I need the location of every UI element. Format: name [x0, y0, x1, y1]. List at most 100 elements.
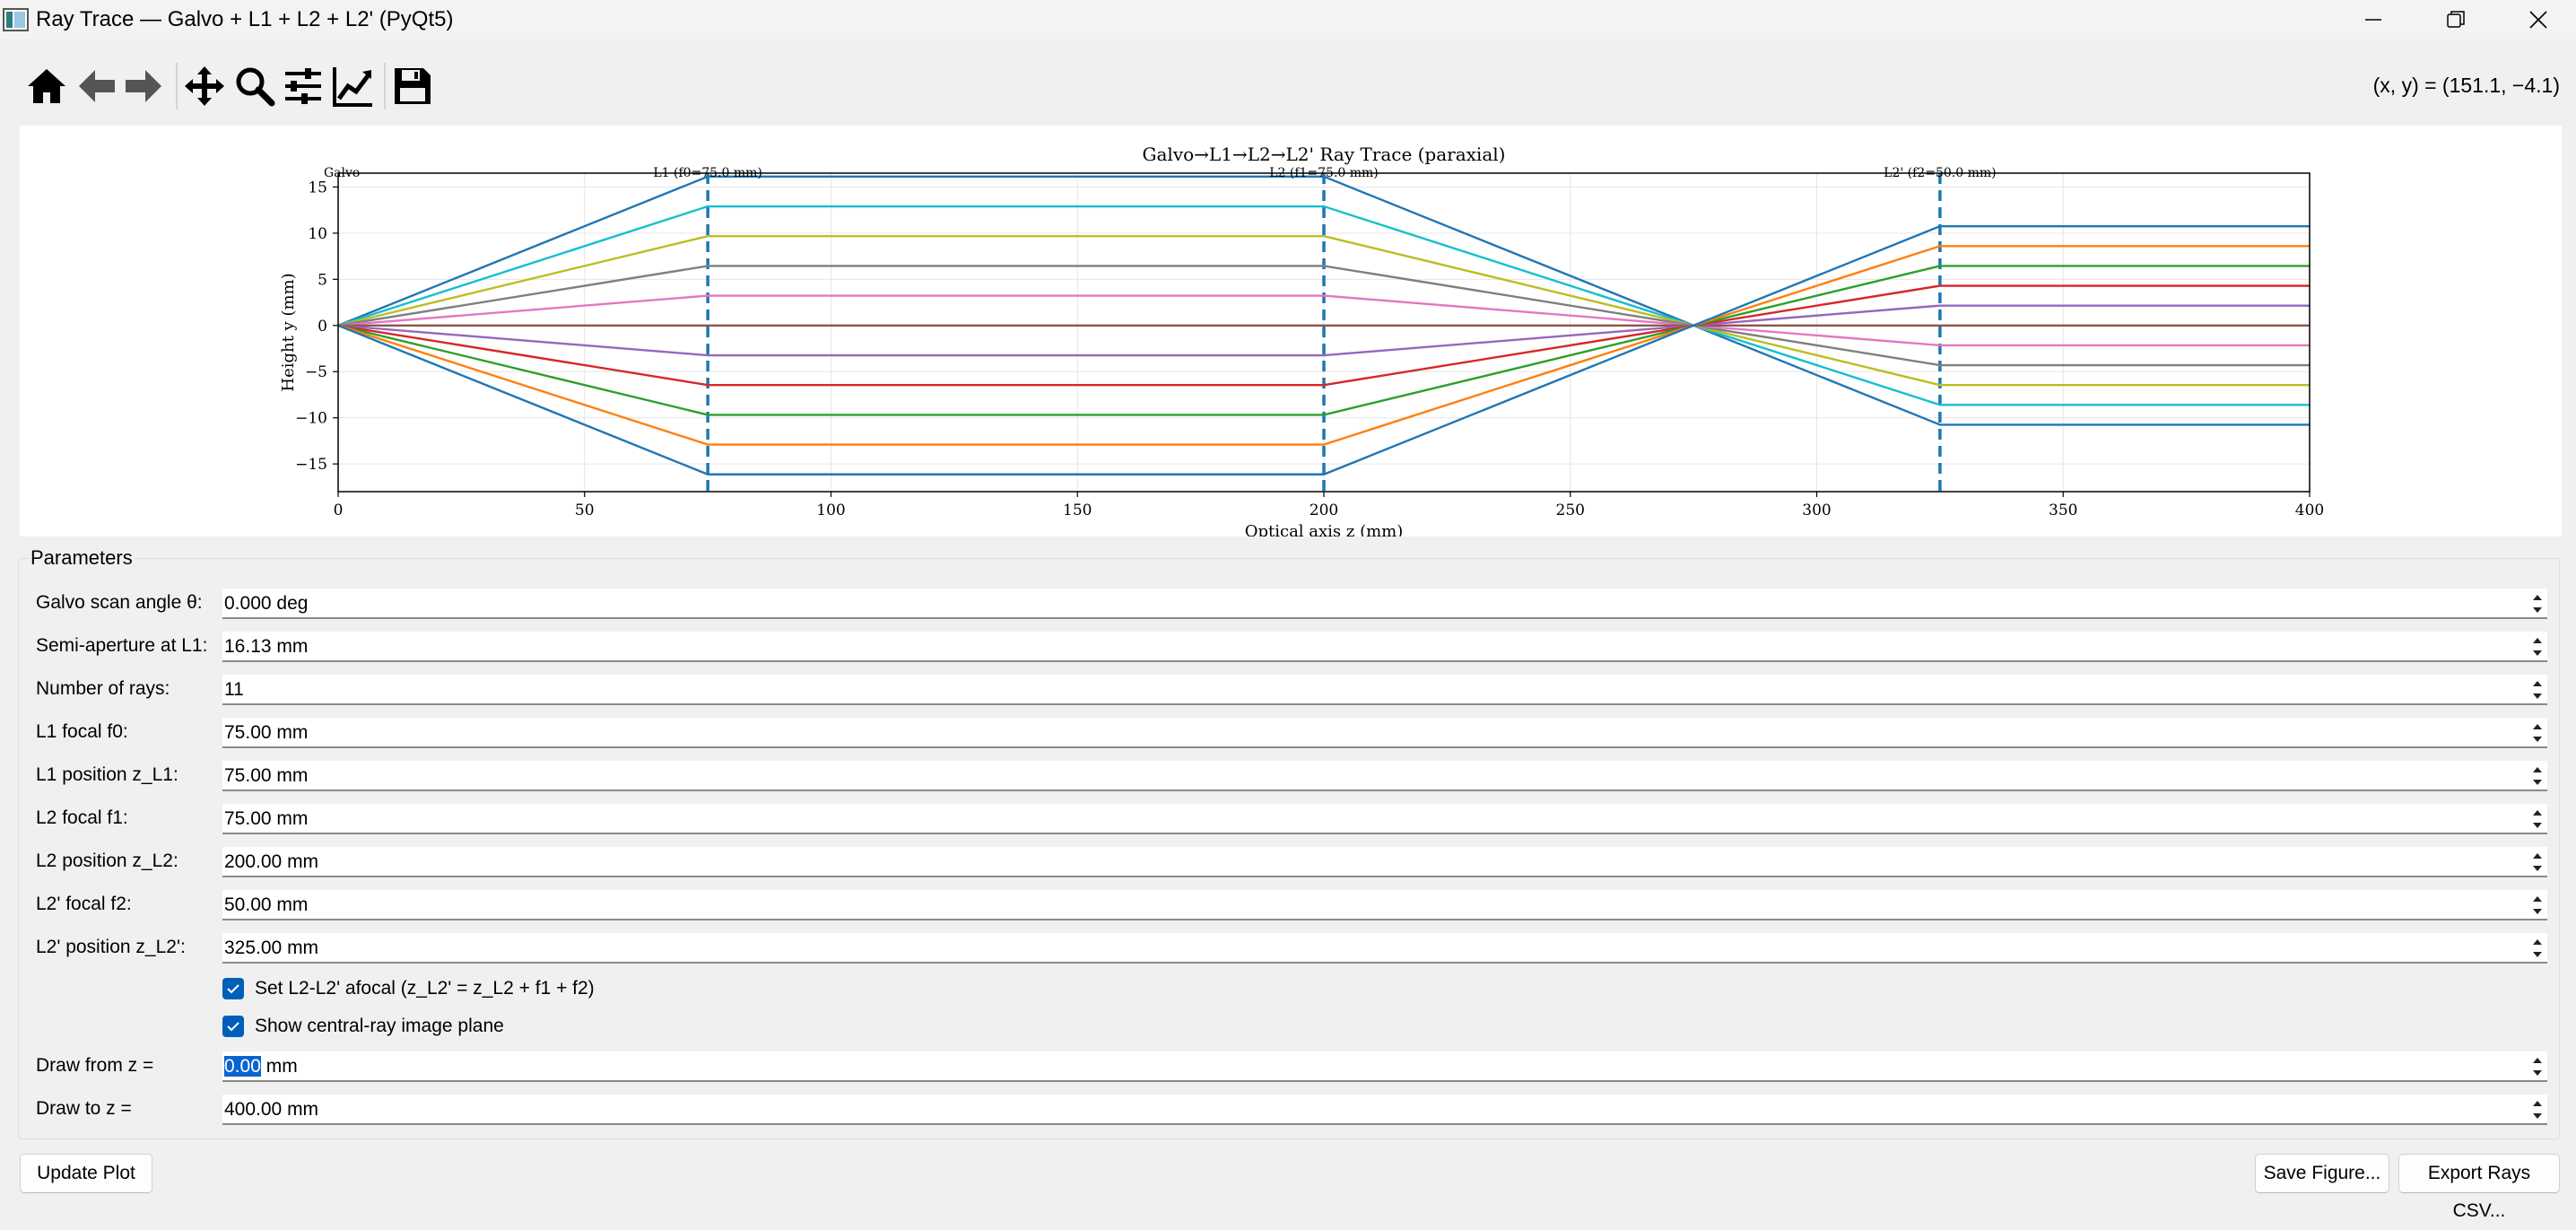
- x-tick-label: 350: [2049, 502, 2077, 519]
- l1-focal-label: L1 focal f0:: [36, 721, 128, 742]
- l2-position-value: 200.00 mm: [224, 851, 319, 872]
- x-tick-label: 300: [1802, 502, 1831, 519]
- x-tick-label: 250: [1556, 502, 1585, 519]
- home-icon[interactable]: [25, 65, 68, 108]
- afocal-checkbox-label[interactable]: Set L2-L2' afocal (z_L2' = z_L2 + f1 + f…: [255, 978, 595, 999]
- l2p-focal-value: 50.00 mm: [224, 894, 309, 915]
- draw-to-row: Draw to z = 400.00 mm: [36, 1095, 2547, 1127]
- x-tick-label: 400: [2295, 502, 2324, 519]
- l2-focal-row: L2 focal f1: 75.00 mm: [36, 804, 2547, 836]
- l2p-position-label: L2' position z_L2':: [36, 937, 186, 957]
- num-rays-row: Number of rays: 11: [36, 675, 2547, 707]
- back-arrow-icon[interactable]: [75, 65, 118, 108]
- draw-from-spinbox[interactable]: 0.00 mm: [222, 1051, 2547, 1082]
- l2-position-label: L2 position z_L2:: [36, 851, 178, 871]
- coordinate-readout: (x, y) = (151.1, −4.1): [2372, 74, 2560, 97]
- selected-text: 0.00: [224, 1056, 261, 1077]
- spin-arrows-icon[interactable]: [2529, 892, 2546, 919]
- y-tick-label: 0: [318, 318, 327, 336]
- semi-aperture-spinbox[interactable]: 16.13 mm: [222, 632, 2547, 662]
- semi-aperture-value: 16.13 mm: [224, 636, 309, 657]
- window-title: Ray Trace — Galvo + L1 + L2 + L2' (PyQt5…: [36, 7, 454, 31]
- y-tick-label: 15: [308, 179, 327, 196]
- toolbar: (x, y) = (151.1, −4.1): [0, 39, 2576, 126]
- draw-to-spinbox[interactable]: 400.00 mm: [222, 1095, 2547, 1125]
- l2p-position-value: 325.00 mm: [224, 938, 319, 958]
- ray-trace-chart: 0 50 100 150 200 250 300 350 400151050−5−10−15Ga…: [279, 144, 2324, 536]
- num-rays-spinbox[interactable]: 11: [222, 675, 2547, 705]
- spin-arrows-icon[interactable]: [2529, 1053, 2546, 1080]
- l1-position-row: L1 position z_L1: 75.00 mm: [36, 761, 2547, 793]
- pan-move-icon[interactable]: [183, 65, 226, 108]
- y-tick-label: −5: [305, 363, 327, 381]
- y-tick-label: 10: [308, 225, 327, 243]
- x-tick-label: 0: [334, 502, 344, 519]
- restore-button[interactable]: [2415, 0, 2497, 39]
- l2-position-row: L2 position z_L2: 200.00 mm: [36, 847, 2547, 879]
- spin-arrows-icon[interactable]: [2529, 720, 2546, 746]
- semi-aperture-row: Semi-aperture at L1: 16.13 mm: [36, 632, 2547, 664]
- spin-arrows-icon[interactable]: [2529, 590, 2546, 617]
- num-rays-label: Number of rays:: [36, 678, 170, 699]
- l1-position-value: 75.00 mm: [224, 765, 309, 786]
- galvo-angle-row: Galvo scan angle θ: 0.000 deg: [36, 589, 2547, 621]
- l2p-position-spinbox[interactable]: 325.00 mm: [222, 933, 2547, 964]
- x-tick-label: 50: [575, 502, 595, 519]
- x-tick-label: 150: [1063, 502, 1092, 519]
- update-plot-button[interactable]: Update Plot: [20, 1154, 152, 1193]
- semi-aperture-label: Semi-aperture at L1:: [36, 635, 208, 656]
- l2-focal-spinbox[interactable]: 75.00 mm: [222, 804, 2547, 834]
- checkmark-icon[interactable]: [222, 1016, 244, 1037]
- x-axis-label: Optical axis z (mm): [1245, 522, 1404, 536]
- title-bar: Ray Trace — Galvo + L1 + L2 + L2' (PyQt5…: [0, 0, 2576, 39]
- spin-arrows-icon[interactable]: [2529, 763, 2546, 789]
- galvo-angle-value: 0.000 deg: [224, 593, 309, 614]
- y-tick-label: −15: [295, 456, 327, 474]
- num-rays-value: 11: [224, 679, 244, 700]
- l2p-focal-row: L2' focal f2: 50.00 mm: [36, 890, 2547, 922]
- edit-axes-icon[interactable]: [332, 65, 375, 108]
- l1-focal-row: L1 focal f0: 75.00 mm: [36, 718, 2547, 750]
- save-icon[interactable]: [391, 65, 434, 108]
- export-rays-csv-button[interactable]: Export Rays CSV...: [2398, 1154, 2560, 1221]
- app-icon: [3, 8, 29, 31]
- configure-subplots-icon[interactable]: [282, 65, 325, 108]
- spin-arrows-icon[interactable]: [2529, 849, 2546, 876]
- toolbar-separator: [176, 63, 178, 109]
- l2p-position-row: L2' position z_L2': 325.00 mm: [36, 933, 2547, 965]
- zoom-icon[interactable]: [233, 65, 276, 108]
- draw-to-label: Draw to z =: [36, 1098, 132, 1119]
- spin-arrows-icon[interactable]: [2529, 676, 2546, 703]
- spin-arrows-icon[interactable]: [2529, 935, 2546, 962]
- chart-title: Galvo→L1→L2→L2' Ray Trace (paraxial): [1143, 144, 1506, 165]
- save-figure-button[interactable]: Save Figure...: [2255, 1154, 2389, 1193]
- galvo-angle-spinbox[interactable]: 0.000 deg: [222, 589, 2547, 619]
- l1-focal-spinbox[interactable]: 75.00 mm: [222, 718, 2547, 748]
- draw-from-label: Draw from z =: [36, 1055, 154, 1076]
- l1-focal-value: 75.00 mm: [224, 722, 309, 743]
- y-tick-label: −10: [295, 410, 327, 428]
- galvo-angle-label: Galvo scan angle θ:: [36, 592, 203, 613]
- ticks: 0 50 100 150 200 250 300 350 400151050−5−10−15Ga…: [295, 166, 2324, 519]
- x-tick-label: 200: [1310, 502, 1338, 519]
- close-button[interactable]: [2497, 0, 2576, 39]
- l2-position-spinbox[interactable]: 200.00 mm: [222, 847, 2547, 877]
- forward-arrow-icon[interactable]: [122, 65, 165, 108]
- spin-arrows-icon[interactable]: [2529, 633, 2546, 660]
- l2-focal-value: 75.00 mm: [224, 808, 309, 829]
- plot-canvas[interactable]: 0 50 100 150 200 250 300 350 400 15 10 5 0 −5 −10 −15 Ga…: [20, 126, 2562, 536]
- minimize-button[interactable]: [2332, 0, 2415, 39]
- y-tick-label: 5: [318, 271, 327, 289]
- image-plane-checkbox-label[interactable]: Show central-ray image plane: [255, 1016, 504, 1037]
- spin-arrows-icon[interactable]: [2529, 806, 2546, 833]
- draw-from-value: 0.00 mm: [224, 1056, 298, 1077]
- toolbar-separator: [384, 63, 386, 109]
- l1-position-label: L1 position z_L1:: [36, 764, 178, 785]
- l1-position-spinbox[interactable]: 75.00 mm: [222, 761, 2547, 791]
- checkmark-icon[interactable]: [222, 978, 244, 999]
- spin-arrows-icon[interactable]: [2529, 1096, 2546, 1123]
- draw-to-value: 400.00 mm: [224, 1099, 319, 1120]
- lens-label: L2' (f2=50.0 mm): [1884, 166, 1996, 180]
- lens-label: L2 (f1=75.0 mm): [1269, 166, 1379, 180]
- l2p-focal-spinbox[interactable]: 50.00 mm: [222, 890, 2547, 920]
